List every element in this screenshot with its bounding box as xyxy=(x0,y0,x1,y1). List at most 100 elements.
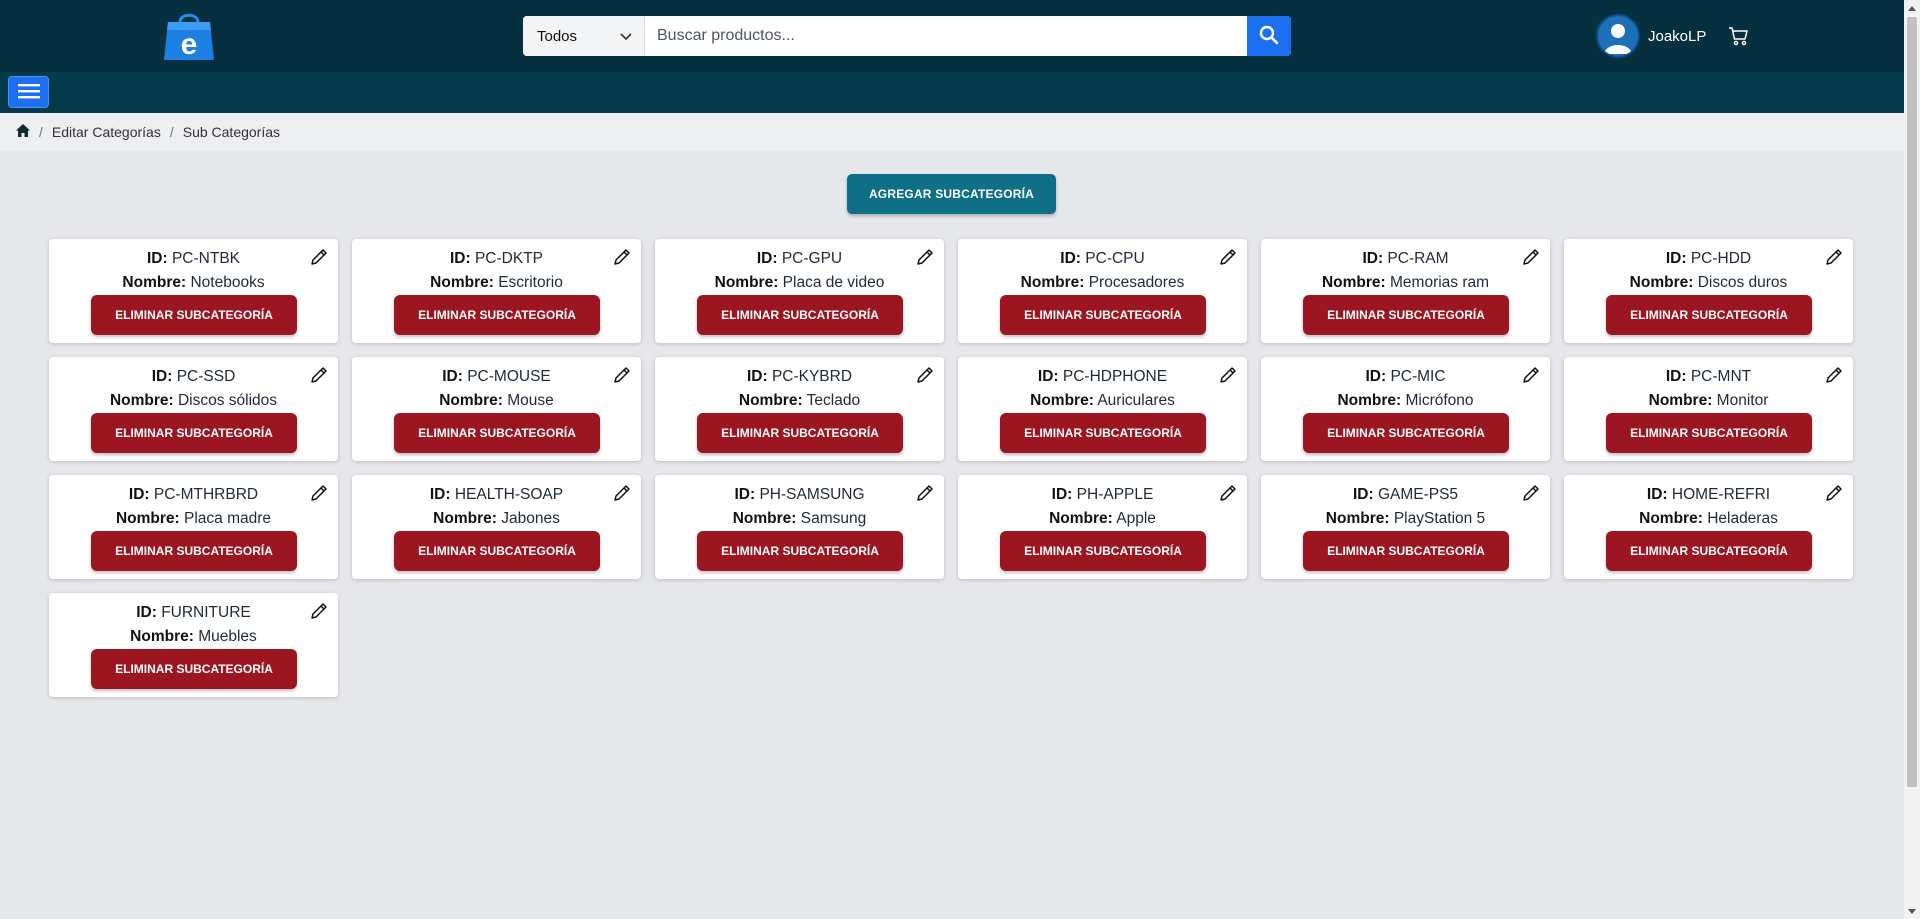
delete-subcategory-button[interactable]: ELIMINAR SUBCATEGORÍA xyxy=(91,295,297,335)
delete-subcategory-button[interactable]: ELIMINAR SUBCATEGORÍA xyxy=(1303,413,1509,453)
card-id: ID: PC-GPU xyxy=(655,250,944,268)
edit-pencil-icon[interactable] xyxy=(1216,481,1240,505)
card-name-value: Escritorio xyxy=(498,274,563,291)
user-avatar-icon[interactable] xyxy=(1596,14,1640,58)
edit-pencil-icon[interactable] xyxy=(913,245,937,269)
scrollbar-thumb[interactable] xyxy=(1907,17,1917,787)
delete-subcategory-button[interactable]: ELIMINAR SUBCATEGORÍA xyxy=(91,531,297,571)
breadcrumb-item-editar-categorias[interactable]: Editar Categorías xyxy=(52,124,161,140)
card-id-value: PH-SAMSUNG xyxy=(759,486,865,503)
card-id-value: PC-MOUSE xyxy=(467,368,551,385)
card-id-value: PH-APPLE xyxy=(1076,486,1154,503)
card-id: ID: PH-APPLE xyxy=(958,486,1247,504)
card-id-value: PC-DKTP xyxy=(474,250,544,267)
category-select[interactable]: Todos xyxy=(523,16,645,56)
breadcrumb-separator: / xyxy=(39,124,43,140)
card-id: ID: PH-SAMSUNG xyxy=(655,486,944,504)
card-name-value: Auriculares xyxy=(1097,392,1175,409)
home-icon[interactable] xyxy=(16,124,30,140)
card-id: ID: PC-HDD xyxy=(1564,250,1853,268)
delete-subcategory-button[interactable]: ELIMINAR SUBCATEGORÍA xyxy=(1606,413,1812,453)
card-id-value: PC-MNT xyxy=(1690,368,1752,385)
subcategory-card: ID: PC-NTBK Nombre: Notebooks ELIMINAR S… xyxy=(49,239,338,343)
delete-subcategory-button[interactable]: ELIMINAR SUBCATEGORÍA xyxy=(1303,295,1509,335)
card-id: ID: PC-MNT xyxy=(1564,368,1853,386)
page-scrollbar[interactable] xyxy=(1904,0,1920,919)
card-id: ID: PC-CPU xyxy=(958,250,1247,268)
scroll-up-arrow-icon[interactable] xyxy=(1904,0,1920,16)
delete-subcategory-button[interactable]: ELIMINAR SUBCATEGORÍA xyxy=(697,531,903,571)
breadcrumb-item-sub-categorias: Sub Categorías xyxy=(182,124,281,140)
card-name: Nombre: Escritorio xyxy=(352,274,641,292)
delete-subcategory-button[interactable]: ELIMINAR SUBCATEGORÍA xyxy=(697,413,903,453)
subcategory-card: ID: PC-CPU Nombre: Procesadores ELIMINAR… xyxy=(958,239,1247,343)
delete-subcategory-button[interactable]: ELIMINAR SUBCATEGORÍA xyxy=(1606,295,1812,335)
card-name-label: Nombre: xyxy=(130,628,194,645)
user-menu[interactable]: JoakoLP xyxy=(1596,14,1750,58)
delete-subcategory-button[interactable]: ELIMINAR SUBCATEGORÍA xyxy=(1000,295,1206,335)
delete-subcategory-button[interactable]: ELIMINAR SUBCATEGORÍA xyxy=(1606,531,1812,571)
edit-pencil-icon[interactable] xyxy=(1216,363,1240,387)
card-name: Nombre: Apple xyxy=(958,510,1247,528)
card-name-label: Nombre: xyxy=(1020,274,1085,291)
hamburger-menu-button[interactable] xyxy=(8,76,49,108)
card-id-label: ID: xyxy=(1051,486,1073,503)
card-name-label: Nombre: xyxy=(1049,510,1113,527)
breadcrumb-separator: / xyxy=(169,124,174,140)
delete-subcategory-button[interactable]: ELIMINAR SUBCATEGORÍA xyxy=(394,295,600,335)
card-name-label: Nombre: xyxy=(1648,392,1713,409)
card-name-label: Nombre: xyxy=(1325,510,1390,527)
card-name: Nombre: Discos sólidos xyxy=(49,392,338,410)
subcategory-card: ID: HOME-REFRI Nombre: Heladeras ELIMINA… xyxy=(1564,475,1853,579)
subcategory-card: ID: PH-SAMSUNG Nombre: Samsung ELIMINAR … xyxy=(655,475,944,579)
delete-subcategory-button[interactable]: ELIMINAR SUBCATEGORÍA xyxy=(91,413,297,453)
delete-subcategory-button[interactable]: ELIMINAR SUBCATEGORÍA xyxy=(394,531,600,571)
top-header: e Todos JoakoLP xyxy=(0,0,1904,72)
card-id: ID: PC-NTBK xyxy=(49,250,338,268)
delete-subcategory-button[interactable]: ELIMINAR SUBCATEGORÍA xyxy=(91,649,297,689)
edit-pencil-icon[interactable] xyxy=(610,481,634,505)
edit-pencil-icon[interactable] xyxy=(1822,481,1846,505)
delete-subcategory-button[interactable]: ELIMINAR SUBCATEGORÍA xyxy=(1000,413,1206,453)
delete-subcategory-button[interactable]: ELIMINAR SUBCATEGORÍA xyxy=(1303,531,1509,571)
edit-pencil-icon[interactable] xyxy=(307,245,331,269)
user-name[interactable]: JoakoLP xyxy=(1648,28,1706,45)
card-name-value: Jabones xyxy=(501,510,560,527)
edit-pencil-icon[interactable] xyxy=(1519,481,1543,505)
delete-subcategory-button[interactable]: ELIMINAR SUBCATEGORÍA xyxy=(697,295,903,335)
card-name: Nombre: Notebooks xyxy=(49,274,338,292)
edit-pencil-icon[interactable] xyxy=(913,363,937,387)
edit-pencil-icon[interactable] xyxy=(1822,245,1846,269)
edit-pencil-icon[interactable] xyxy=(307,599,331,623)
card-name-value: Placa de video xyxy=(782,274,885,291)
card-id-label: ID: xyxy=(128,486,150,503)
delete-subcategory-button[interactable]: ELIMINAR SUBCATEGORÍA xyxy=(394,413,600,453)
card-name-label: Nombre: xyxy=(732,510,797,527)
edit-pencil-icon[interactable] xyxy=(610,245,634,269)
shopping-bag-logo-icon[interactable]: e xyxy=(162,10,216,62)
delete-subcategory-button[interactable]: ELIMINAR SUBCATEGORÍA xyxy=(1000,531,1206,571)
edit-pencil-icon[interactable] xyxy=(1216,245,1240,269)
edit-pencil-icon[interactable] xyxy=(610,363,634,387)
hamburger-menu-icon xyxy=(17,82,40,103)
edit-pencil-icon[interactable] xyxy=(913,481,937,505)
card-name-label: Nombre: xyxy=(1639,510,1703,527)
cart-icon[interactable] xyxy=(1728,25,1750,47)
card-name-label: Nombre: xyxy=(714,274,779,291)
search-input[interactable] xyxy=(645,16,1247,56)
card-id-value: PC-NTBK xyxy=(171,250,241,267)
add-subcategory-button[interactable]: AGREGAR SUBCATEGORÍA xyxy=(847,174,1056,214)
edit-pencil-icon[interactable] xyxy=(307,481,331,505)
subcategory-card: ID: PC-GPU Nombre: Placa de video ELIMIN… xyxy=(655,239,944,343)
search-button[interactable] xyxy=(1247,16,1291,56)
edit-pencil-icon[interactable] xyxy=(1519,245,1543,269)
card-name: Nombre: Placa de video xyxy=(655,274,944,292)
scroll-down-arrow-icon[interactable] xyxy=(1904,903,1920,919)
edit-pencil-icon[interactable] xyxy=(1519,363,1543,387)
edit-pencil-icon[interactable] xyxy=(1822,363,1846,387)
card-id-value: HEALTH-SOAP xyxy=(454,486,564,503)
subcategory-card: ID: PC-KYBRD Nombre: Teclado ELIMINAR SU… xyxy=(655,357,944,461)
card-name-label: Nombre: xyxy=(1321,274,1386,291)
edit-pencil-icon[interactable] xyxy=(307,363,331,387)
card-name-label: Nombre: xyxy=(1030,392,1094,409)
